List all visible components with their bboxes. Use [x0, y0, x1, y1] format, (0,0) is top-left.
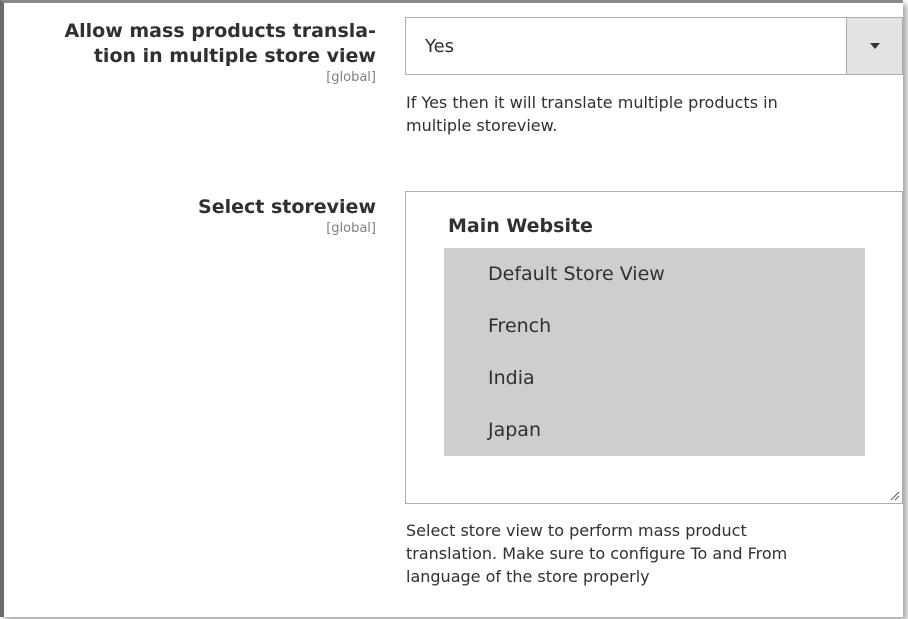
storeview-group-label: Main Website: [448, 215, 593, 237]
config-panel: Allow mass products transla- tion in mul…: [0, 0, 903, 617]
storeview-scope: [global]: [326, 221, 376, 236]
mass-translation-select-value: Yes: [425, 35, 455, 57]
mass-translation-note: If Yes then it will translate multiple p…: [406, 91, 886, 137]
mass-translation-label-line2: tion in multiple store view: [93, 45, 376, 67]
mass-translation-select[interactable]: Yes: [405, 17, 903, 75]
storeview-multiselect[interactable]: Main Website Default Store View French I…: [405, 191, 903, 504]
storeview-option-india[interactable]: India: [444, 352, 865, 404]
storeview-note-line2: translation. Make sure to configure To a…: [406, 544, 788, 563]
storeview-options: Default Store View French India Japan: [444, 248, 865, 456]
storeview-option-french[interactable]: French: [444, 300, 865, 352]
mass-translation-label-line1: Allow mass products transla-: [64, 20, 376, 42]
resize-grip-icon[interactable]: [889, 490, 900, 501]
storeview-label: Select storeview [global]: [16, 195, 376, 238]
storeview-option-japan[interactable]: Japan: [444, 404, 865, 456]
storeview-note-line1: Select store view to perform mass produc…: [406, 521, 747, 540]
mass-translation-scope: [global]: [326, 70, 376, 85]
storeview-note: Select store view to perform mass produc…: [406, 519, 886, 588]
chevron-down-icon: [869, 43, 880, 49]
mass-translation-note-line1: If Yes then it will translate multiple p…: [406, 93, 778, 112]
storeview-note-line3: language of the store properly: [406, 567, 650, 586]
storeview-option-default[interactable]: Default Store View: [444, 248, 865, 300]
dropdown-toggle-button[interactable]: [846, 18, 902, 74]
mass-translation-label: Allow mass products transla- tion in mul…: [16, 19, 376, 87]
storeview-label-text: Select storeview: [198, 196, 376, 218]
mass-translation-note-line2: multiple storeview.: [406, 116, 558, 135]
